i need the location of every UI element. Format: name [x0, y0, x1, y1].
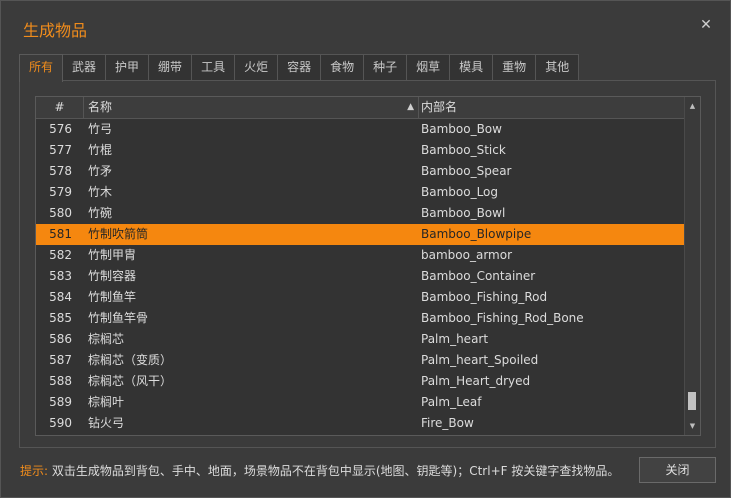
row-internal-name: Bamboo_Bowl — [421, 206, 506, 220]
row-name: 棕榈芯 — [88, 332, 125, 346]
tab-12[interactable]: 其他 — [535, 54, 580, 80]
tab-3[interactable]: 绷带 — [148, 54, 193, 80]
row-name: 竹制甲胄 — [88, 248, 137, 262]
row-name: 竹制鱼竿骨 — [88, 311, 149, 325]
hint-label: 提示: — [20, 464, 49, 478]
row-number: 583 — [49, 269, 72, 283]
tab-8[interactable]: 种子 — [363, 54, 408, 80]
row-number: 576 — [49, 122, 72, 136]
table-row[interactable]: 582 竹制甲胄 bamboo_armor — [36, 245, 684, 266]
tab-10[interactable]: 模具 — [449, 54, 494, 80]
table-header: # 名称 ▲ 内部名 — [36, 97, 684, 119]
row-internal-name: Bamboo_Blowpipe — [421, 227, 532, 241]
row-number: 589 — [49, 395, 72, 409]
row-internal-name: Bamboo_Container — [421, 269, 536, 283]
table-row[interactable]: 580 竹碗 Bamboo_Bowl — [36, 203, 684, 224]
row-internal-name: Bamboo_Log — [421, 185, 499, 199]
tab-9[interactable]: 烟草 — [406, 54, 451, 80]
vertical-scrollbar[interactable]: ▲ ▼ — [684, 97, 700, 435]
table-row[interactable]: 588 棕榈芯（风干） Palm_Heart_dryed — [36, 371, 684, 392]
table-row[interactable]: 583 竹制容器 Bamboo_Container — [36, 266, 684, 287]
tab-5[interactable]: 火炬 — [234, 54, 279, 80]
close-icon[interactable]: ✕ — [698, 17, 714, 33]
row-name: 竹棍 — [88, 143, 113, 157]
row-number: 585 — [49, 311, 72, 325]
row-name: 竹制鱼竿 — [88, 290, 137, 304]
row-number: 590 — [49, 416, 72, 430]
table-row[interactable]: 586 棕榈芯 Palm_heart — [36, 329, 684, 350]
row-internal-name: Bamboo_Bow — [421, 122, 502, 136]
row-number: 584 — [49, 290, 72, 304]
close-button[interactable]: 关闭 — [639, 457, 716, 483]
row-name: 竹制容器 — [88, 269, 137, 283]
row-number: 587 — [49, 353, 72, 367]
tab-0[interactable]: 所有 — [19, 54, 64, 82]
row-number: 580 — [49, 206, 72, 220]
row-number: 581 — [49, 227, 72, 241]
tab-6[interactable]: 容器 — [277, 54, 322, 80]
table-body: 576 竹弓 Bamboo_Bow 577 竹棍 Bamboo_Stick 578 竹矛 Bam… — [36, 119, 684, 434]
row-internal-name: Palm_Leaf — [421, 395, 482, 409]
row-number: 588 — [49, 374, 72, 388]
table-row[interactable]: 589 棕榈叶 Palm_Leaf — [36, 392, 684, 413]
row-internal-name: Palm_heart_Spoiled — [421, 353, 539, 367]
table-row[interactable]: 590 钻火弓 Fire_Bow — [36, 413, 684, 434]
category-tabs: 所有 武器 护甲 绷带 工具 火炬 容器 食物 种子 烟草 模具 重物 其他 — [19, 54, 580, 82]
table-row[interactable]: 578 竹矛 Bamboo_Spear — [36, 161, 684, 182]
column-header-name-label: 名称 — [88, 100, 113, 114]
table-row[interactable]: 581 竹制吹箭筒 Bamboo_Blowpipe — [36, 224, 684, 245]
row-name: 竹制吹箭筒 — [88, 227, 149, 241]
hint-body: 双击生成物品到背包、手中、地面，场景物品不在背包中显示(地图、钥匙等)；Ctrl… — [48, 464, 620, 478]
tab-4[interactable]: 工具 — [191, 54, 236, 80]
table-row[interactable]: 587 棕榈芯（变质） Palm_heart_Spoiled — [36, 350, 684, 371]
row-name: 竹弓 — [88, 122, 113, 136]
row-internal-name: Bamboo_Stick — [421, 143, 506, 157]
row-internal-name: Bamboo_Spear — [421, 164, 512, 178]
row-internal-name: Bamboo_Fishing_Rod — [421, 290, 548, 304]
row-internal-name: Palm_Heart_dryed — [421, 374, 531, 388]
table-row[interactable]: 577 竹棍 Bamboo_Stick — [36, 140, 684, 161]
row-internal-name: Palm_heart — [421, 332, 489, 346]
table-row[interactable]: 585 竹制鱼竿骨 Bamboo_Fishing_Rod_Bone — [36, 308, 684, 329]
row-number: 586 — [49, 332, 72, 346]
row-number: 577 — [49, 143, 72, 157]
row-name: 竹碗 — [88, 206, 113, 220]
table-row[interactable]: 576 竹弓 Bamboo_Bow — [36, 119, 684, 140]
row-name: 竹木 — [88, 185, 113, 199]
row-internal-name: bamboo_armor — [421, 248, 513, 262]
row-internal-name: Bamboo_Fishing_Rod_Bone — [421, 311, 584, 325]
row-number: 582 — [49, 248, 72, 262]
row-name: 棕榈芯（风干） — [88, 374, 173, 388]
tab-11[interactable]: 重物 — [492, 54, 537, 80]
row-name: 钻火弓 — [88, 416, 125, 430]
hint-text: 提示: 双击生成物品到背包、手中、地面，场景物品不在背包中显示(地图、钥匙等)；… — [20, 462, 619, 479]
row-name: 棕榈叶 — [88, 395, 125, 409]
tab-2[interactable]: 护甲 — [105, 54, 150, 80]
row-number: 578 — [49, 164, 72, 178]
column-header-internal[interactable]: 内部名 — [418, 97, 687, 118]
spawn-item-dialog: 生成物品 ✕ 所有 武器 护甲 绷带 工具 火炬 容器 食物 种子 烟草 模具 重物 其他 # 名称 ▲… — [0, 0, 731, 498]
item-table: # 名称 ▲ 内部名 576 竹弓 Bamboo_Bow 577 竹棍 Bamboo_St… — [35, 96, 701, 436]
row-name: 棕榈芯（变质） — [88, 353, 173, 367]
column-header-name[interactable]: 名称 ▲ — [85, 97, 419, 118]
column-header-num[interactable]: # — [36, 97, 84, 118]
sort-ascending-icon: ▲ — [407, 102, 414, 112]
table-row[interactable]: 579 竹木 Bamboo_Log — [36, 182, 684, 203]
dialog-title: 生成物品 — [23, 21, 88, 40]
tab-1[interactable]: 武器 — [62, 54, 107, 80]
scroll-down-icon[interactable]: ▼ — [685, 419, 700, 433]
table-row[interactable]: 584 竹制鱼竿 Bamboo_Fishing_Rod — [36, 287, 684, 308]
tab-panel: # 名称 ▲ 内部名 576 竹弓 Bamboo_Bow 577 竹棍 Bamboo_St… — [19, 80, 716, 448]
row-internal-name: Fire_Bow — [421, 416, 474, 430]
scroll-up-icon[interactable]: ▲ — [685, 99, 700, 113]
tab-7[interactable]: 食物 — [320, 54, 365, 80]
row-number: 579 — [49, 185, 72, 199]
row-name: 竹矛 — [88, 164, 113, 178]
scrollbar-thumb[interactable] — [688, 392, 696, 410]
